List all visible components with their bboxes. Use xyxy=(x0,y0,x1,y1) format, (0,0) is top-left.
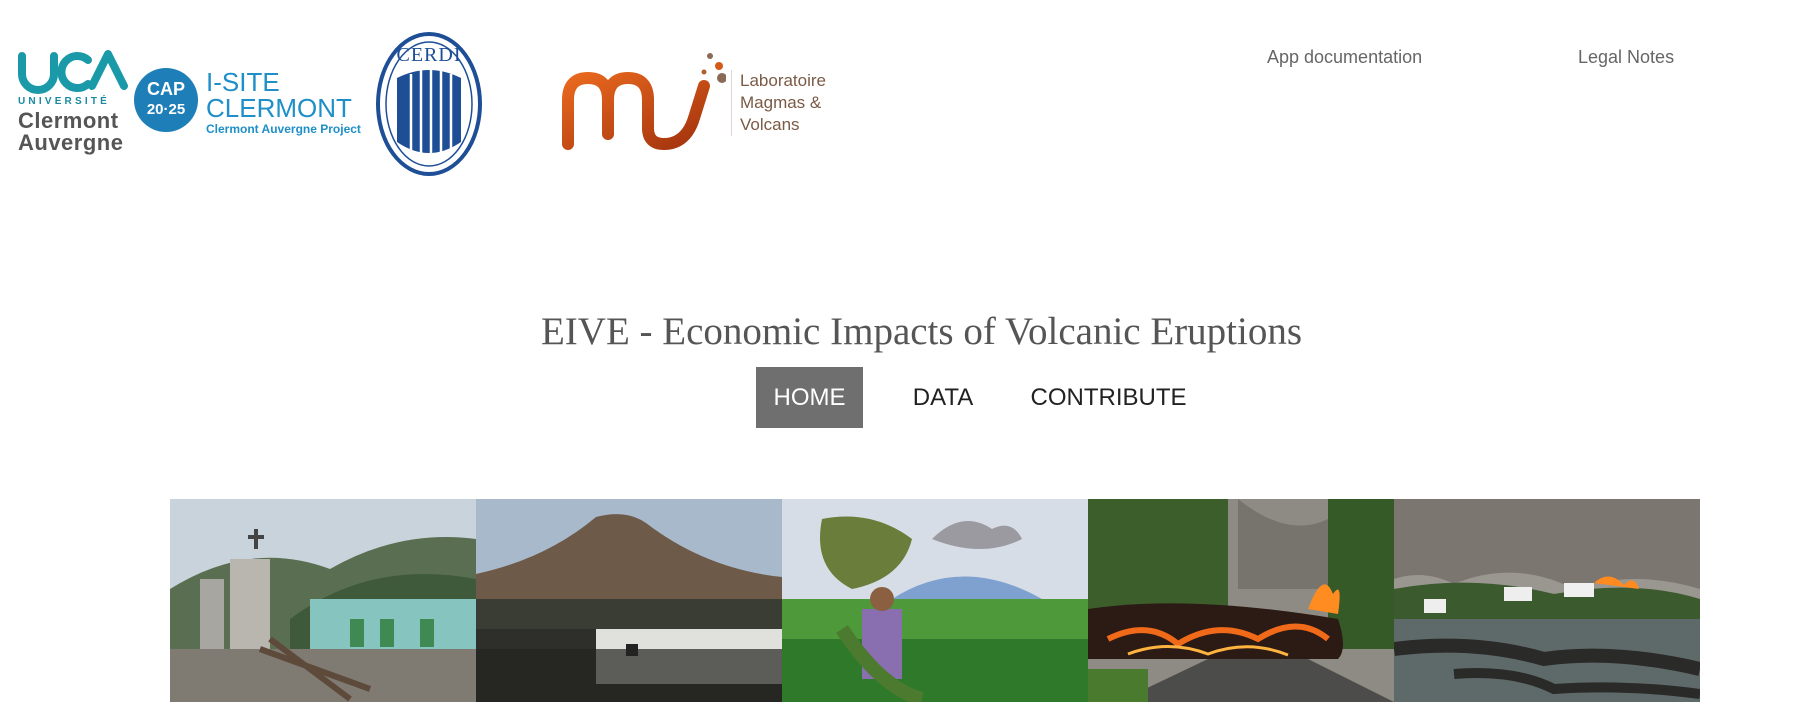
isite-line1: I-SITE xyxy=(206,67,280,97)
photo-lava-road xyxy=(1088,499,1394,702)
isite-line2: CLERMONT xyxy=(206,93,352,123)
photo-lava-houses xyxy=(1394,499,1700,702)
uca-logo: UNIVERSITÉ Clermont Auvergne xyxy=(18,48,130,158)
legal-notes-link[interactable]: Legal Notes xyxy=(1578,47,1674,68)
main-nav: HOME DATA CONTRIBUTE xyxy=(0,367,1815,428)
page-title: EIVE - Economic Impacts of Volcanic Erup… xyxy=(540,310,1303,353)
cerdi-name: CERDI xyxy=(396,44,462,66)
cap-badge-bottom: 20·25 xyxy=(146,101,186,118)
app-documentation-link[interactable]: App documentation xyxy=(1267,47,1422,68)
partner-logos: UNIVERSITÉ Clermont Auvergne CAP 20·25 I… xyxy=(0,0,900,190)
photo-damaged-church xyxy=(170,499,476,702)
isite-cap-logo: CAP 20·25 I-SITE CLERMONT Clermont Auver… xyxy=(134,68,364,138)
lmv-mark-icon xyxy=(544,44,727,150)
photo-volcano-village xyxy=(476,499,782,702)
uca-logo-line1: UNIVERSITÉ xyxy=(18,96,111,107)
photo-farmer-volcano xyxy=(782,499,1088,702)
photo-gallery xyxy=(170,499,1700,702)
cap-badge: CAP 20·25 xyxy=(134,68,198,132)
isite-line3: Clermont Auvergne Project xyxy=(206,122,361,136)
lmv-word-1: Laboratoire xyxy=(740,71,827,90)
lmv-word-3: Volcans xyxy=(740,115,800,134)
nav-home[interactable]: HOME xyxy=(756,367,863,428)
cerdi-logo: CERDI xyxy=(375,32,483,176)
lmv-logo: Laboratoire Magmas & Volcans xyxy=(536,44,846,164)
uca-mark-icon xyxy=(18,50,128,94)
uca-logo-line2: Clermont xyxy=(18,108,119,133)
nav-contribute[interactable]: CONTRIBUTE xyxy=(1016,367,1201,428)
lmv-word-2: Magmas & xyxy=(740,93,822,112)
nav-data[interactable]: DATA xyxy=(893,367,993,428)
lmv-words: Laboratoire Magmas & Volcans xyxy=(731,70,826,136)
cap-badge-top: CAP xyxy=(146,79,185,99)
uca-logo-line3: Auvergne xyxy=(18,130,124,155)
